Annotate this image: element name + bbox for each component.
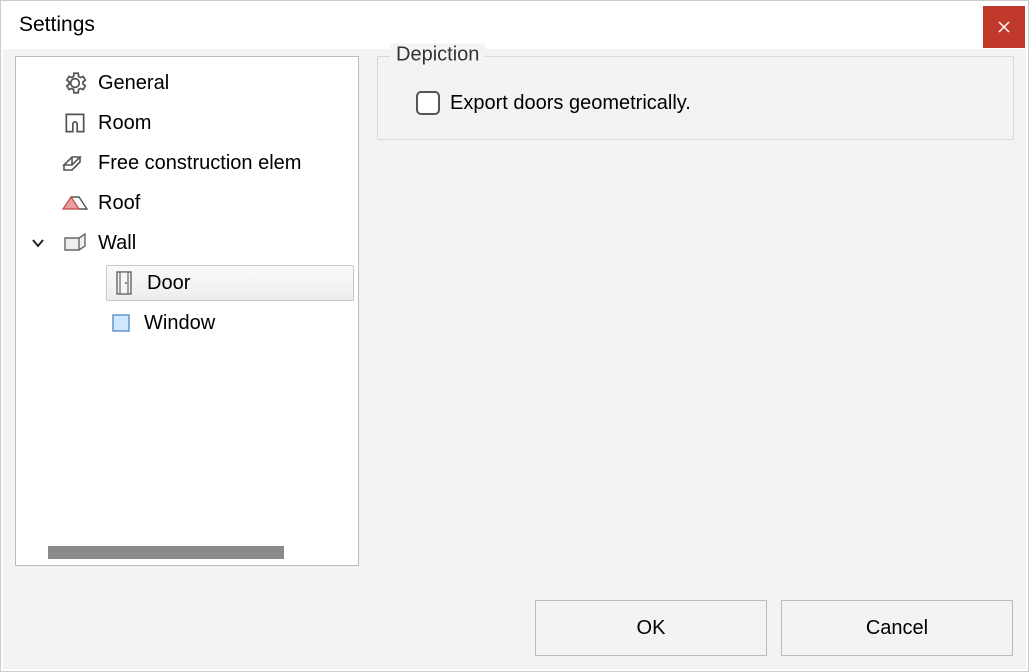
tree-item-label: Roof — [98, 192, 140, 215]
export-doors-label: Export doors geometrically. — [450, 92, 691, 115]
dialog-footer: OK Cancel — [535, 600, 1013, 656]
ok-button[interactable]: OK — [535, 600, 767, 656]
tree-item-door[interactable]: Door — [62, 263, 358, 303]
scrollbar-thumb[interactable] — [48, 546, 284, 559]
tree-item-wall[interactable]: Wall — [16, 223, 358, 263]
chevron-down-icon — [31, 236, 45, 250]
window-icon — [106, 308, 136, 338]
tree-children-wall: Door Window — [16, 263, 358, 343]
tree-item-label: Window — [144, 312, 215, 335]
content-area: General Room Free construction elem — [15, 56, 1014, 591]
titlebar: Settings — [1, 1, 1028, 49]
close-icon — [998, 21, 1010, 33]
export-doors-checkbox[interactable] — [416, 91, 440, 115]
tree-item-free-construction[interactable]: Free construction elem — [16, 143, 358, 183]
tree-item-general[interactable]: General — [16, 63, 358, 103]
tree-item-label: Room — [98, 112, 151, 135]
tree-item-label: Free construction elem — [98, 152, 301, 175]
cancel-button[interactable]: Cancel — [781, 600, 1013, 656]
export-doors-row[interactable]: Export doors geometrically. — [416, 91, 993, 115]
door-icon — [109, 268, 139, 298]
horizontal-scrollbar[interactable] — [20, 543, 354, 561]
room-icon — [60, 108, 90, 138]
tree-item-label: Wall — [98, 232, 136, 255]
tree-item-room[interactable]: Room — [16, 103, 358, 143]
wall-icon — [60, 228, 90, 258]
depiction-groupbox: Depiction Export doors geometrically. — [377, 56, 1014, 140]
groupbox-title: Depiction — [390, 44, 485, 67]
roof-icon — [60, 188, 90, 218]
tree-item-label: Door — [147, 272, 190, 295]
tree-item-label: General — [98, 72, 169, 95]
gear-icon — [60, 68, 90, 98]
selected-highlight: Door — [106, 265, 354, 301]
tree-panel: General Room Free construction elem — [15, 56, 359, 566]
expand-toggle[interactable] — [16, 236, 60, 250]
tree-item-roof[interactable]: Roof — [16, 183, 358, 223]
tree: General Room Free construction elem — [16, 57, 358, 343]
close-button[interactable] — [983, 6, 1025, 48]
dialog-title: Settings — [19, 13, 95, 37]
tree-item-window[interactable]: Window — [62, 303, 358, 343]
settings-detail-panel: Depiction Export doors geometrically. — [377, 56, 1014, 591]
construction-icon — [60, 148, 90, 178]
